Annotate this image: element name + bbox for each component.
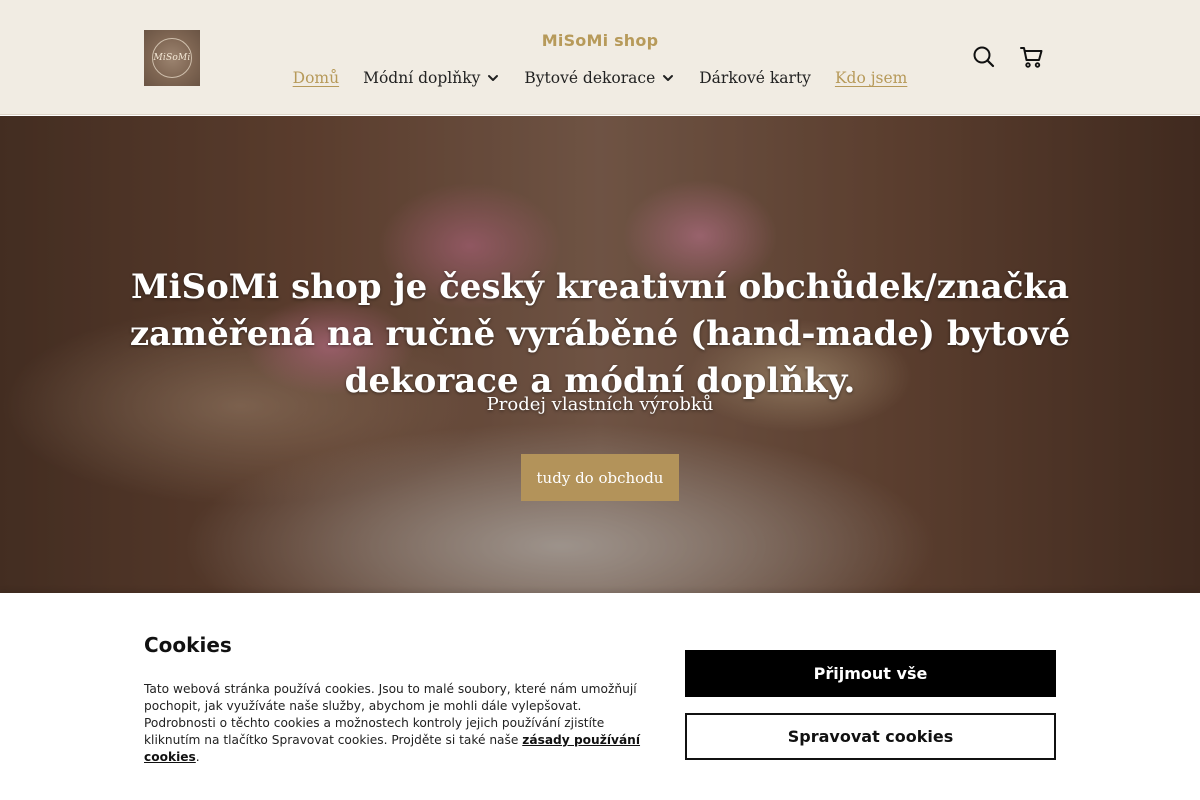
nav-item-darkove-karty[interactable]: Dárkové karty [699, 69, 811, 87]
cart-icon[interactable] [1019, 44, 1045, 70]
nav-item-label: Kdo jsem [834, 69, 908, 87]
nav-item-bytove-dekorace[interactable]: Bytové dekorace [524, 69, 675, 87]
site-header: MiSoMi MiSoMi shop Domů Módní doplňky By… [0, 0, 1200, 115]
nav-item-domu[interactable]: Domů [293, 69, 339, 87]
cookie-title: Cookies [144, 633, 232, 657]
hero-subtitle: Prodej vlastních výrobků [486, 394, 714, 415]
nav-item-label: Bytové dekorace [524, 69, 656, 87]
shop-button[interactable]: tudy do obchodu [521, 454, 679, 501]
cookie-banner: Cookies Tato webová stránka používá cook… [0, 593, 1200, 800]
nav-item-kdo-jsem[interactable]: Kdo jsem [835, 69, 907, 87]
nav-item-modni-doplnky[interactable]: Módní doplňky [363, 69, 500, 87]
main-nav: Domů Módní doplňky Bytové dekorace Dárko… [0, 69, 1200, 87]
hero-content: MiSoMi shop je český kreativní obchůdek/… [0, 116, 1200, 593]
manage-cookies-button[interactable]: Spravovat cookies [685, 713, 1056, 760]
cookie-text: Tato webová stránka používá cookies. Jso… [144, 681, 656, 766]
hero-banner: MiSoMi shop je český kreativní obchůdek/… [0, 116, 1200, 593]
nav-item-label: Domů [292, 69, 340, 87]
hero-title: MiSoMi shop je český kreativní obchůdek/… [129, 267, 1071, 401]
nav-item-label: Módní doplňky [363, 69, 481, 87]
cookie-text-end: . [195, 750, 200, 764]
chevron-down-icon [488, 75, 499, 81]
accept-all-button[interactable]: Přijmout vše [685, 650, 1056, 697]
nav-item-label: Dárkové karty [699, 69, 811, 87]
chevron-down-icon [663, 75, 674, 81]
search-icon[interactable] [971, 44, 997, 70]
logo-text: MiSoMi [153, 53, 191, 63]
